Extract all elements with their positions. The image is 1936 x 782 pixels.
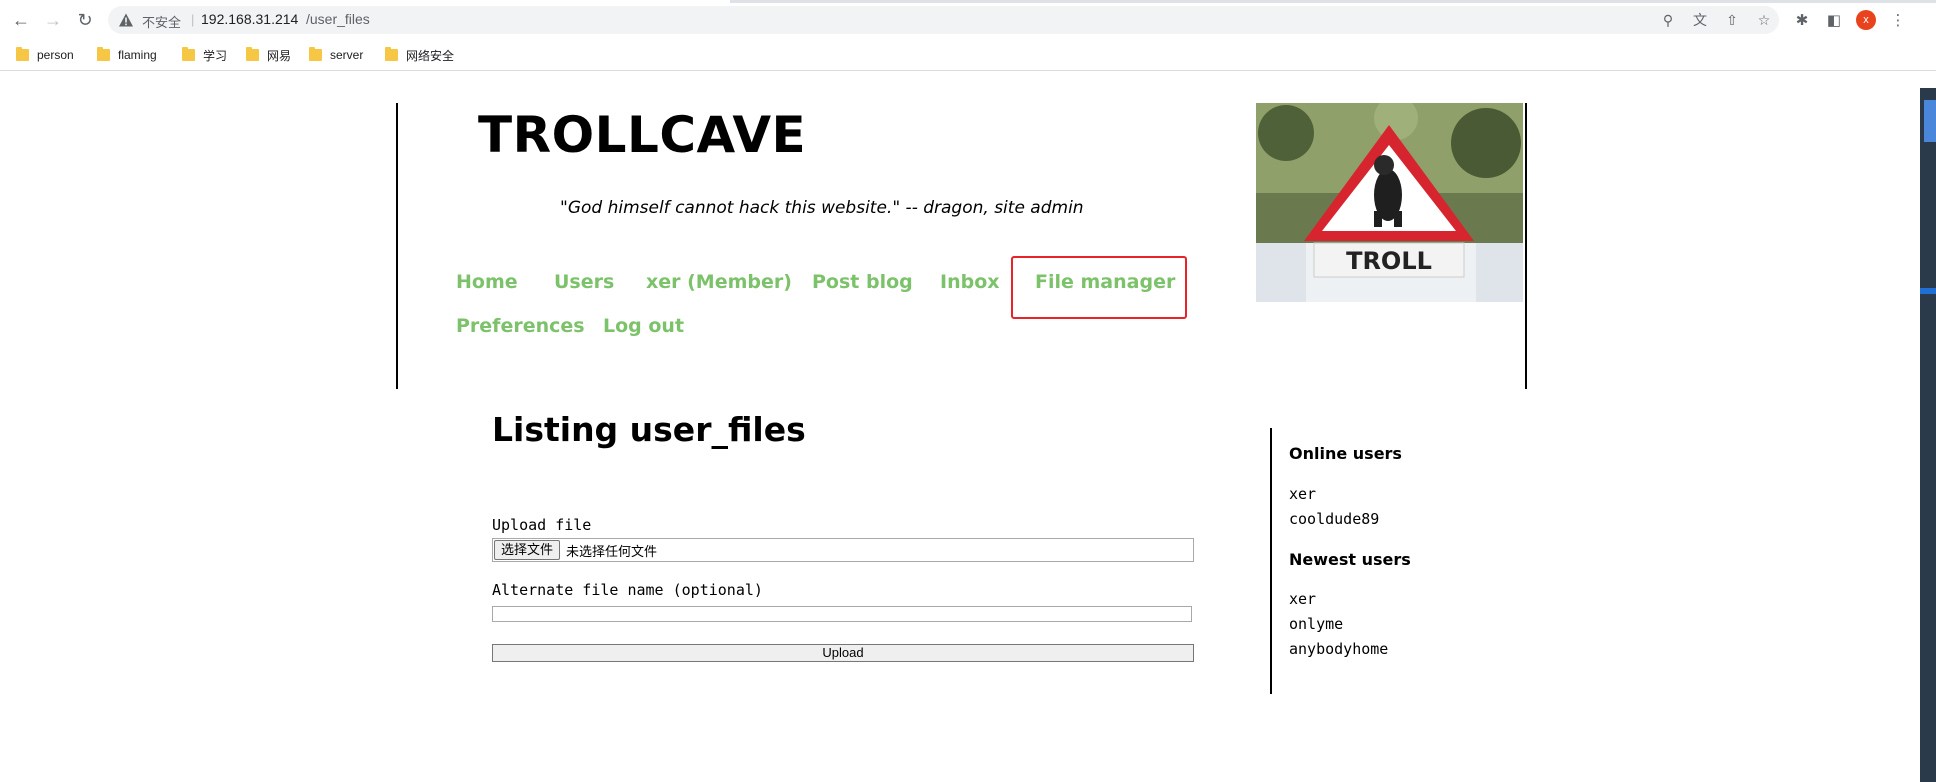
warning-icon: [119, 13, 133, 27]
folder-icon: [385, 47, 398, 61]
site-tagline: "God himself cannot hack this website." …: [560, 198, 1084, 218]
site-title[interactable]: TROLLCAVE: [478, 106, 806, 164]
sign-text: TROLL: [1346, 247, 1432, 275]
nav-inbox[interactable]: Inbox: [940, 271, 1000, 293]
nav-post-blog[interactable]: Post blog: [812, 271, 913, 293]
forward-icon[interactable]: →: [40, 8, 66, 32]
side-panel-icon[interactable]: ◧: [1822, 8, 1846, 32]
translate-icon[interactable]: 文: [1690, 10, 1710, 30]
nav-preferences[interactable]: Preferences: [456, 315, 585, 337]
share-icon[interactable]: ⇧: [1722, 10, 1742, 30]
folder-icon: [309, 47, 322, 61]
online-user-item[interactable]: xer: [1289, 485, 1316, 503]
online-users-heading: Online users: [1289, 444, 1402, 463]
bookmark-study[interactable]: 学习: [182, 45, 227, 65]
troll-sign-illustration: TROLL: [1256, 103, 1523, 302]
folder-icon: [246, 47, 259, 61]
folder-icon: [182, 47, 195, 61]
star-icon[interactable]: ☆: [1754, 10, 1774, 30]
menu-icon[interactable]: ⋮: [1886, 8, 1910, 32]
avatar[interactable]: x: [1856, 10, 1876, 30]
url-host[interactable]: 192.168.31.214: [201, 11, 298, 27]
address-bar[interactable]: 不安全 | 192.168.31.214 /user_files ⚲ 文 ⇧ ☆: [108, 6, 1779, 34]
bookmark-flaming[interactable]: flaming: [97, 45, 157, 65]
omnibox-separator: |: [191, 12, 195, 27]
newest-user-item[interactable]: anybodyhome: [1289, 640, 1388, 658]
newest-user-item[interactable]: xer: [1289, 590, 1316, 608]
newest-users-heading: Newest users: [1289, 550, 1411, 569]
bookmarks-bar: person flaming 学习 网易 server 网络安全: [0, 40, 1936, 71]
alternate-name-input[interactable]: [492, 606, 1192, 622]
sidebar-divider: [1270, 428, 1272, 694]
adjacent-window-edge: [1920, 88, 1936, 782]
page-title: Listing user_files: [492, 410, 806, 449]
upload-file-label: Upload file: [492, 516, 592, 534]
bookmark-netease[interactable]: 网易: [246, 45, 291, 65]
bookmark-network-security[interactable]: 网络安全: [385, 45, 454, 65]
alternate-name-label: Alternate file name (optional): [492, 581, 763, 599]
extensions-icon[interactable]: ✱: [1790, 8, 1814, 32]
adjacent-window-marker: [1920, 288, 1936, 294]
bookmark-person[interactable]: person: [16, 45, 74, 65]
browser-toolbar: ← → ↻ 不安全 | 192.168.31.214 /user_files ⚲…: [0, 0, 1936, 40]
upload-button[interactable]: Upload: [492, 644, 1194, 662]
file-manager-highlight: [1011, 256, 1187, 319]
nav-users[interactable]: Users: [554, 271, 614, 293]
tab-strip: [0, 0, 1936, 3]
newest-user-item[interactable]: onlyme: [1289, 615, 1343, 633]
folder-icon: [16, 47, 29, 61]
reload-icon[interactable]: ↻: [72, 8, 98, 32]
troll-sign-image: TROLL: [1256, 103, 1523, 302]
bookmark-server[interactable]: server: [309, 45, 363, 65]
adjacent-window-icon: [1924, 100, 1936, 142]
security-label[interactable]: 不安全: [142, 12, 181, 31]
online-user-item[interactable]: cooldude89: [1289, 510, 1379, 528]
no-file-selected-text: 未选择任何文件: [566, 544, 658, 559]
choose-file-button[interactable]: 选择文件: [494, 540, 561, 560]
back-icon[interactable]: ←: [8, 8, 34, 32]
nav-profile[interactable]: xer (Member): [646, 271, 792, 293]
folder-icon: [97, 47, 110, 61]
file-upload-input[interactable]: 选择文件 未选择任何文件: [492, 538, 1194, 562]
nav-home[interactable]: Home: [456, 271, 518, 293]
nav-log-out[interactable]: Log out: [603, 315, 684, 337]
key-icon[interactable]: ⚲: [1658, 10, 1678, 30]
url-path[interactable]: /user_files: [306, 11, 370, 27]
